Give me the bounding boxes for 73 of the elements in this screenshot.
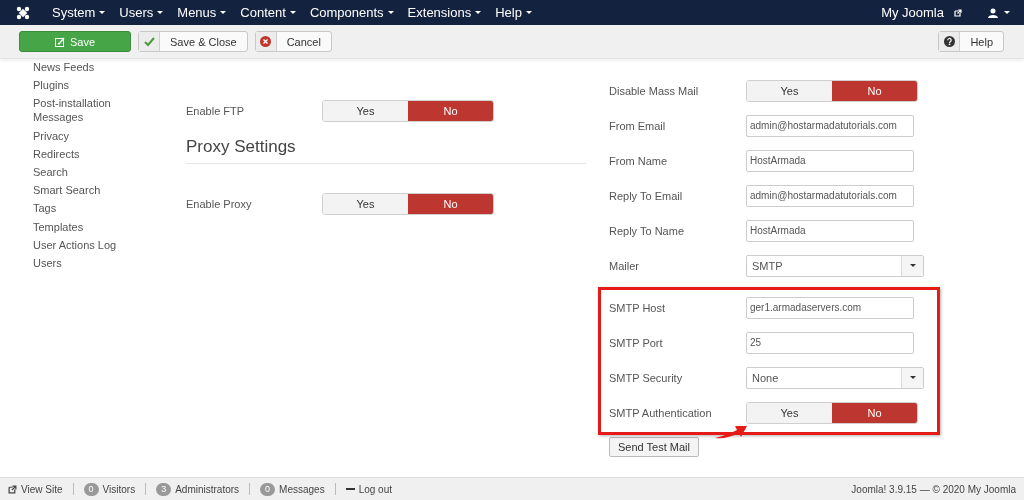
- toggle-option[interactable]: No: [832, 80, 917, 101]
- menu-item[interactable]: Components: [305, 5, 398, 20]
- sidebar-link[interactable]: News Feeds: [33, 60, 123, 74]
- sidebar-link[interactable]: Post-installation Messages: [33, 96, 123, 125]
- logo-icon: [16, 5, 30, 20]
- count-badge: 0: [260, 482, 276, 496]
- view-site-link[interactable]: View Site: [21, 483, 63, 495]
- logout-link[interactable]: Log out: [358, 483, 393, 495]
- toggle-option[interactable]: Yes: [747, 402, 832, 423]
- menu-item[interactable]: Help: [491, 5, 536, 20]
- select-field[interactable]: None: [746, 366, 924, 389]
- version-text: Joomla! 3.9.15 — © 2020 My Joomla: [851, 483, 1016, 495]
- minus-icon: [345, 488, 355, 490]
- toolbar-button[interactable]: Save & Close: [138, 31, 248, 52]
- caret-icon: [909, 376, 916, 379]
- count-badge: 0: [83, 482, 99, 496]
- field-label: Reply To Email: [609, 189, 684, 202]
- send-test-mail-button[interactable]: Send Test Mail: [609, 437, 699, 457]
- user-menu[interactable]: [988, 7, 1010, 18]
- text-field[interactable]: 25: [746, 331, 914, 354]
- status-link[interactable]: Messages: [279, 483, 325, 495]
- field-label: From Email: [609, 119, 667, 132]
- field-label: Reply To Name: [609, 224, 685, 237]
- sidebar-link[interactable]: Users: [33, 255, 123, 270]
- field-label: SMTP Host: [609, 301, 667, 314]
- check-icon: [143, 36, 155, 47]
- site-link[interactable]: My Joomla: [877, 5, 948, 20]
- menu-item[interactable]: Users: [115, 5, 168, 20]
- field-label: SMTP Authentication: [609, 406, 713, 419]
- menu-item[interactable]: Extensions: [403, 5, 486, 20]
- field-label: SMTP Security: [609, 371, 684, 384]
- sidebar-link[interactable]: Smart Search: [33, 183, 123, 198]
- toggle-option[interactable]: No: [408, 194, 493, 214]
- field-label: From Name: [609, 154, 669, 167]
- field-label: Mailer: [609, 259, 640, 272]
- edit-icon: [54, 36, 65, 47]
- toolbar-button[interactable]: Cancel: [254, 31, 332, 52]
- sidebar-link[interactable]: Privacy: [33, 128, 123, 143]
- field-label: Enable Proxy: [186, 198, 253, 210]
- sidebar-link[interactable]: Templates: [33, 219, 123, 234]
- help-icon: [943, 36, 955, 47]
- select-field[interactable]: SMTP: [746, 254, 924, 277]
- section-heading: Proxy Settings: [186, 137, 586, 164]
- external-link-icon: [954, 8, 962, 17]
- field-label: Enable FTP: [186, 105, 246, 117]
- text-field[interactable]: admin@hostarmadatutorials.com: [746, 184, 914, 207]
- toggle-option[interactable]: Yes: [747, 80, 832, 101]
- menu-item[interactable]: Content: [236, 5, 300, 20]
- field-label: SMTP Port: [609, 336, 664, 349]
- close-icon: [260, 36, 272, 47]
- text-field[interactable]: HostArmada: [746, 149, 914, 172]
- toggle-option[interactable]: No: [408, 101, 493, 121]
- status-link[interactable]: Administrators: [175, 483, 240, 495]
- sidebar-link[interactable]: Redirects: [33, 146, 123, 161]
- caret-icon: [909, 264, 916, 267]
- status-link[interactable]: Visitors: [102, 483, 136, 495]
- menu-item[interactable]: Menus: [173, 5, 231, 20]
- text-field[interactable]: admin@hostarmadatutorials.com: [746, 114, 914, 137]
- text-field[interactable]: ger1.armadaservers.com: [746, 296, 914, 319]
- field-label: Disable Mass Mail: [609, 84, 700, 97]
- count-badge: 3: [156, 482, 172, 496]
- sidebar-link[interactable]: Plugins: [33, 78, 123, 93]
- user-icon: [988, 7, 998, 18]
- sidebar-link[interactable]: Tags: [33, 201, 123, 216]
- toggle-option[interactable]: No: [832, 402, 917, 423]
- sidebar-link[interactable]: Search: [33, 164, 123, 179]
- menu-item[interactable]: System: [48, 5, 110, 20]
- sidebar-link[interactable]: User Actions Log: [33, 237, 123, 252]
- help-button[interactable]: Help: [938, 31, 1004, 52]
- external-link-icon: [8, 484, 17, 494]
- text-field[interactable]: HostArmada: [746, 219, 914, 242]
- toggle-option[interactable]: Yes: [323, 194, 408, 214]
- toggle-option[interactable]: Yes: [323, 101, 408, 121]
